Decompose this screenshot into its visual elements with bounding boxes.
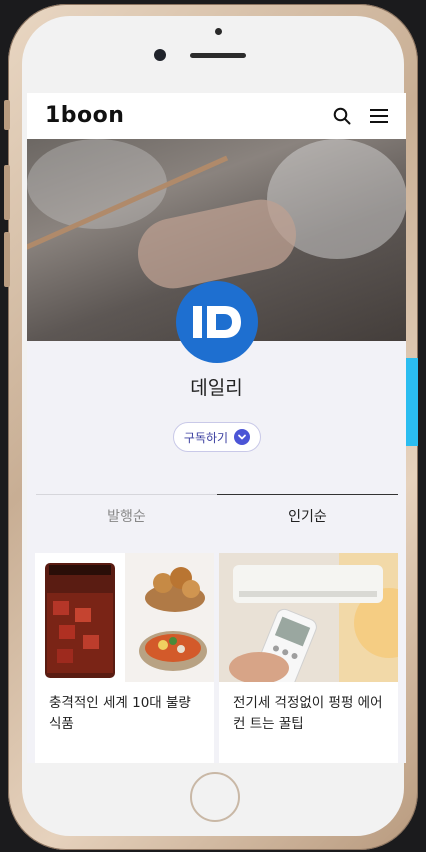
proximity-sensor xyxy=(215,28,222,35)
app-logo[interactable]: 1boon xyxy=(45,103,124,128)
earpiece-speaker xyxy=(190,53,246,58)
article-title: 전기세 걱정없이 펑펑 에어컨 트는 꿀팁 xyxy=(233,695,383,732)
subscribe-button[interactable]: 구독하기 xyxy=(173,422,261,452)
front-camera xyxy=(154,49,166,61)
channel-logo-mark xyxy=(193,306,241,338)
article-card[interactable]: 충격적인 세계 10대 불량 식품 xyxy=(35,553,214,763)
tab-popular[interactable]: 인기순 xyxy=(217,494,398,539)
tab-latest[interactable]: 발행순 xyxy=(36,494,217,539)
chevron-down-icon xyxy=(234,429,251,445)
search-icon[interactable] xyxy=(333,107,351,125)
article-card[interactable]: 전기세 걱정없이 펑펑 에어컨 트는 꿀팁 xyxy=(219,553,398,763)
volume-up-button xyxy=(4,165,10,220)
menu-icon[interactable] xyxy=(369,107,389,125)
side-floating-tab[interactable] xyxy=(406,358,418,446)
article-title: 충격적인 세계 10대 불량 식품 xyxy=(49,695,191,732)
sort-tabs: 발행순 인기순 xyxy=(36,494,399,538)
volume-down-button xyxy=(4,232,10,287)
mute-switch xyxy=(4,100,10,130)
channel-logo[interactable] xyxy=(176,281,258,363)
article-thumbnail xyxy=(35,553,214,682)
home-button[interactable] xyxy=(190,772,240,822)
article-thumbnail xyxy=(219,553,398,682)
channel-name: 데일리 xyxy=(190,377,243,399)
subscribe-label: 구독하기 xyxy=(183,430,229,445)
app-screen: 1boon 데일리 구독하기 발행순 인기순 충격적인 세계 10대 불량 식품… xyxy=(27,93,406,763)
top-navigation-bar: 1boon xyxy=(27,93,406,139)
